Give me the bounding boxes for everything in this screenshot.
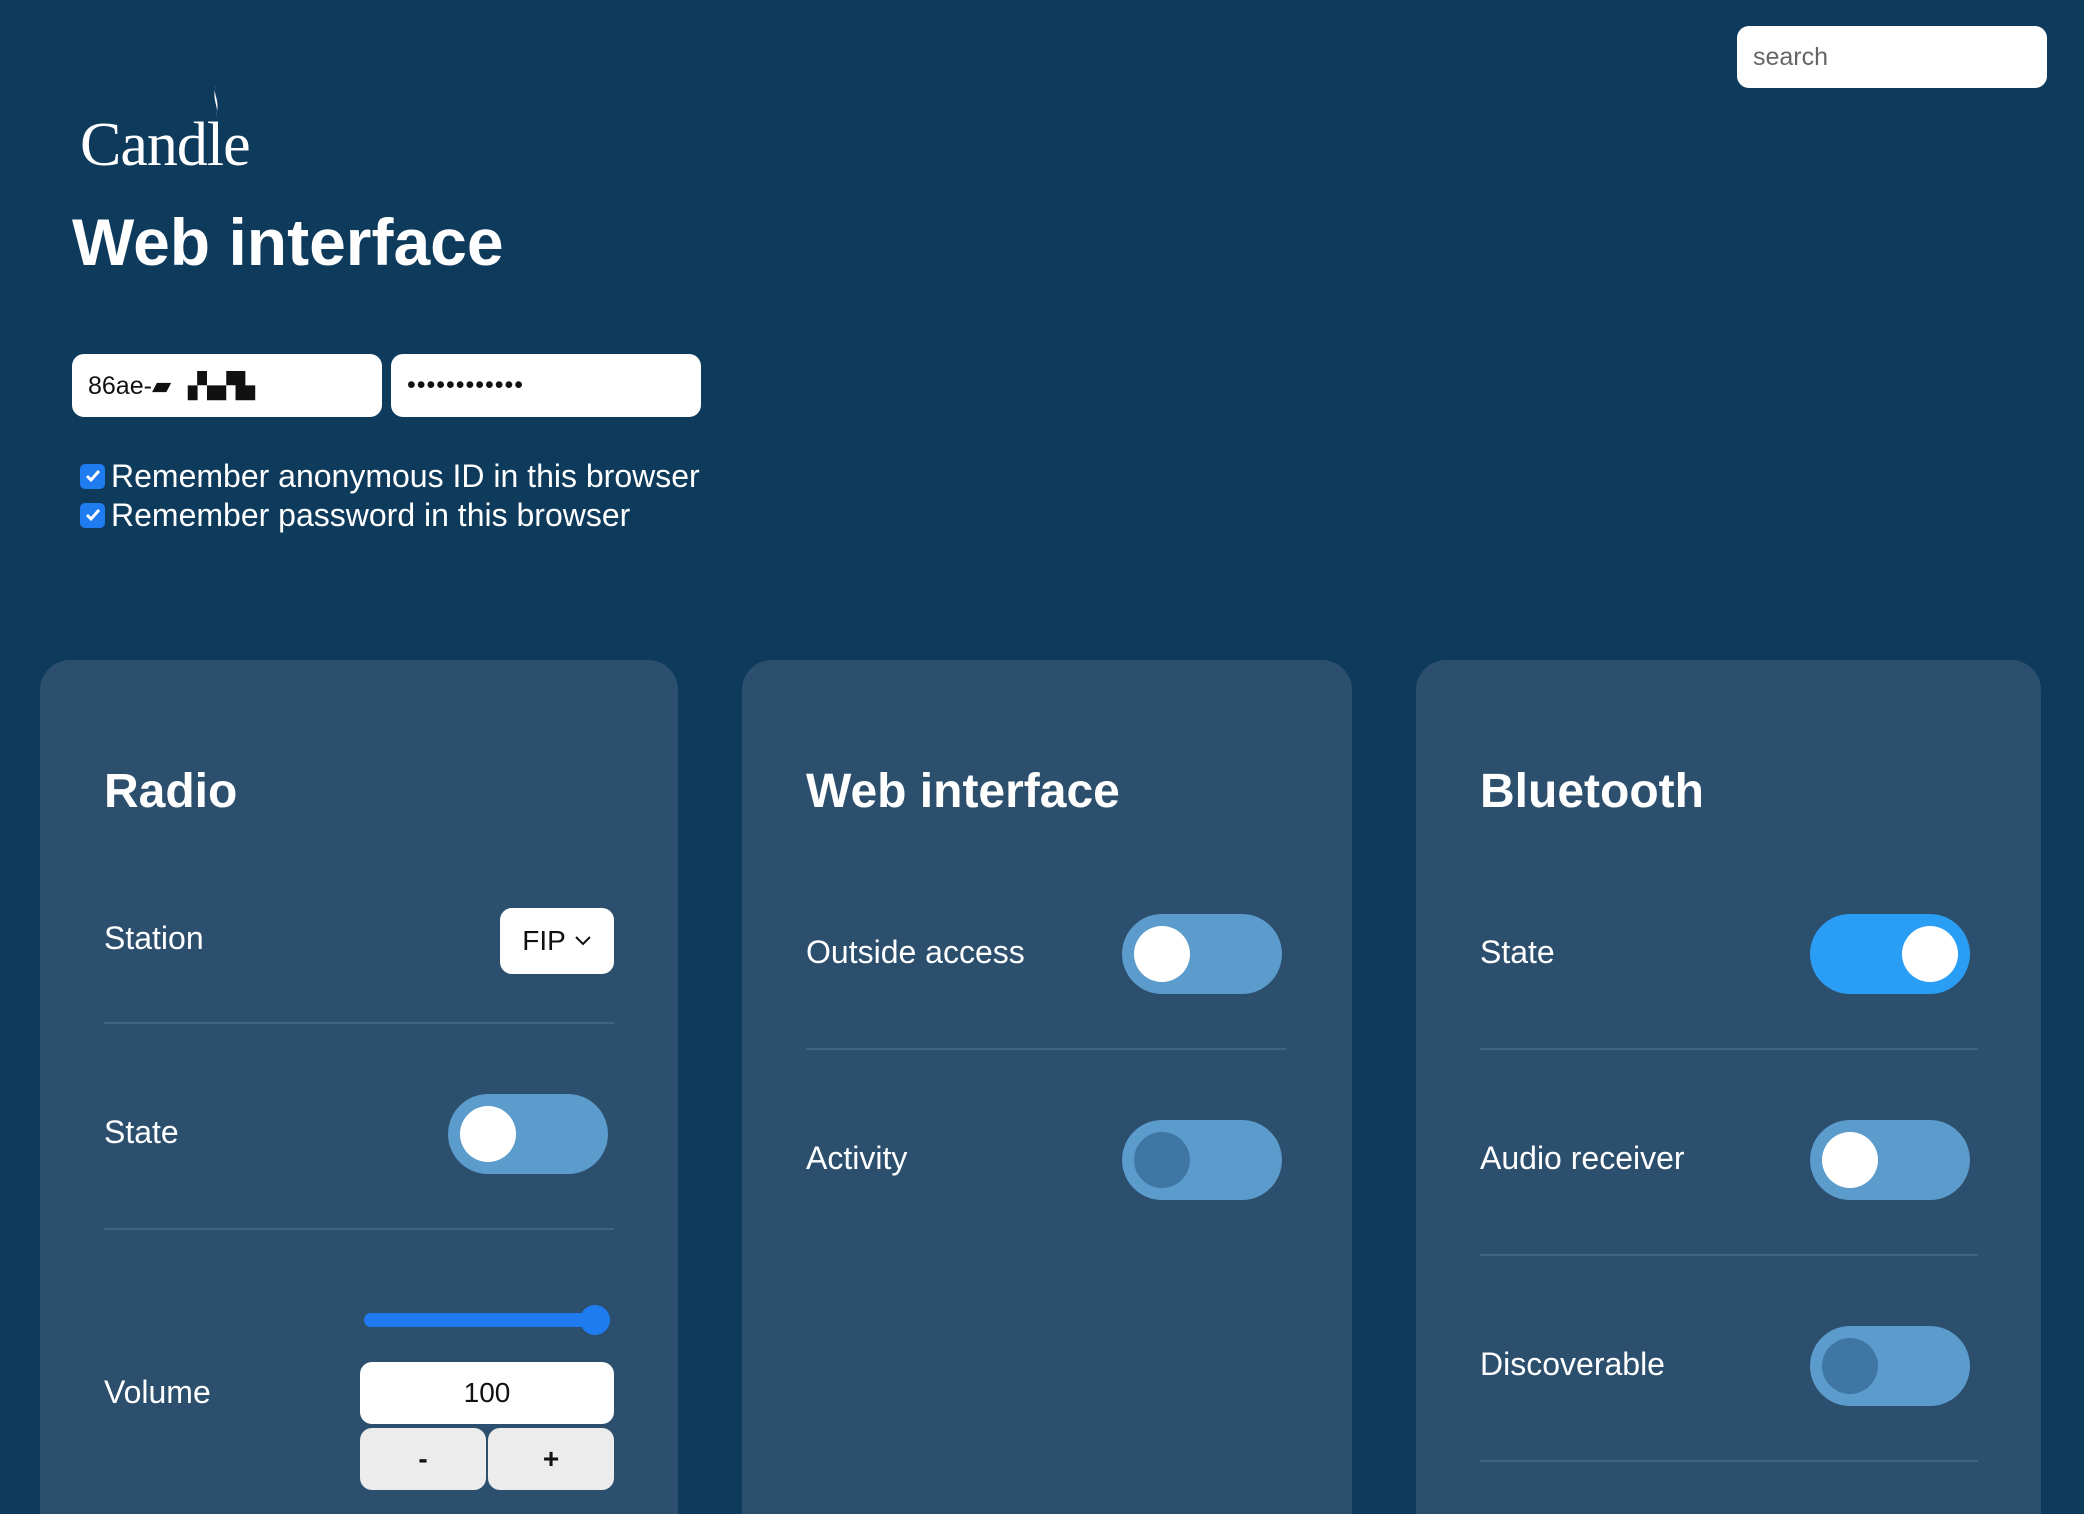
volume-increase-button[interactable]: + (488, 1428, 614, 1490)
search-input[interactable] (1737, 26, 2047, 88)
toggle-knob (1902, 926, 1958, 982)
toggle-knob (1134, 1132, 1190, 1188)
station-label: Station (104, 920, 204, 956)
web-interface-card-title: Web interface (806, 765, 1120, 818)
remember-id-row[interactable]: Remember anonymous ID in this browser (80, 458, 700, 494)
checkmark-icon (85, 509, 100, 522)
station-value: FIP (522, 925, 566, 956)
activity-label: Activity (806, 1140, 908, 1176)
chevron-down-icon (575, 936, 591, 946)
checkmark-icon (85, 470, 100, 483)
bluetooth-card-title: Bluetooth (1480, 765, 1704, 818)
radio-state-label: State (104, 1114, 179, 1150)
divider (104, 1022, 614, 1024)
volume-slider-track[interactable] (364, 1313, 610, 1327)
remember-id-label: Remember anonymous ID in this browser (111, 457, 700, 494)
divider (104, 1228, 614, 1230)
candle-logo: Candle (80, 86, 270, 179)
remember-password-checkbox[interactable] (80, 502, 105, 528)
volume-decrease-button[interactable]: - (360, 1428, 486, 1490)
volume-input[interactable] (360, 1362, 614, 1424)
divider (1480, 1460, 1978, 1462)
logo-text: Candle (80, 111, 251, 179)
toggle-knob (1134, 926, 1190, 982)
remember-password-row[interactable]: Remember password in this browser (80, 497, 630, 533)
volume-slider-thumb[interactable] (580, 1305, 610, 1335)
divider (1480, 1254, 1978, 1256)
toggle-knob (1822, 1338, 1878, 1394)
password-input[interactable] (391, 354, 701, 417)
outside-access-label: Outside access (806, 934, 1025, 970)
remember-id-checkbox[interactable] (80, 463, 105, 489)
divider (806, 1048, 1286, 1050)
toggle-knob (460, 1106, 516, 1162)
remember-password-label: Remember password in this browser (111, 496, 631, 533)
radio-card-title: Radio (104, 765, 238, 818)
bluetooth-state-toggle[interactable] (1810, 914, 1970, 994)
discoverable-label: Discoverable (1480, 1346, 1665, 1382)
activity-toggle[interactable] (1122, 1120, 1282, 1200)
radio-card: Radio Station FIP State Volume - + (40, 660, 678, 1514)
toggle-knob (1822, 1132, 1878, 1188)
station-select[interactable]: FIP (500, 908, 614, 974)
bluetooth-state-label: State (1480, 934, 1555, 970)
volume-label: Volume (104, 1374, 211, 1410)
radio-state-toggle[interactable] (448, 1094, 608, 1174)
anonymous-id-input[interactable] (72, 354, 382, 417)
page-title: Web interface (72, 205, 504, 279)
discoverable-toggle[interactable] (1810, 1326, 1970, 1406)
audio-receiver-toggle[interactable] (1810, 1120, 1970, 1200)
divider (1480, 1048, 1978, 1050)
audio-receiver-label: Audio receiver (1480, 1140, 1685, 1176)
bluetooth-card: Bluetooth State Audio receiver Discovera… (1416, 660, 2041, 1514)
web-interface-card: Web interface Outside access Activity (742, 660, 1352, 1514)
outside-access-toggle[interactable] (1122, 914, 1282, 994)
